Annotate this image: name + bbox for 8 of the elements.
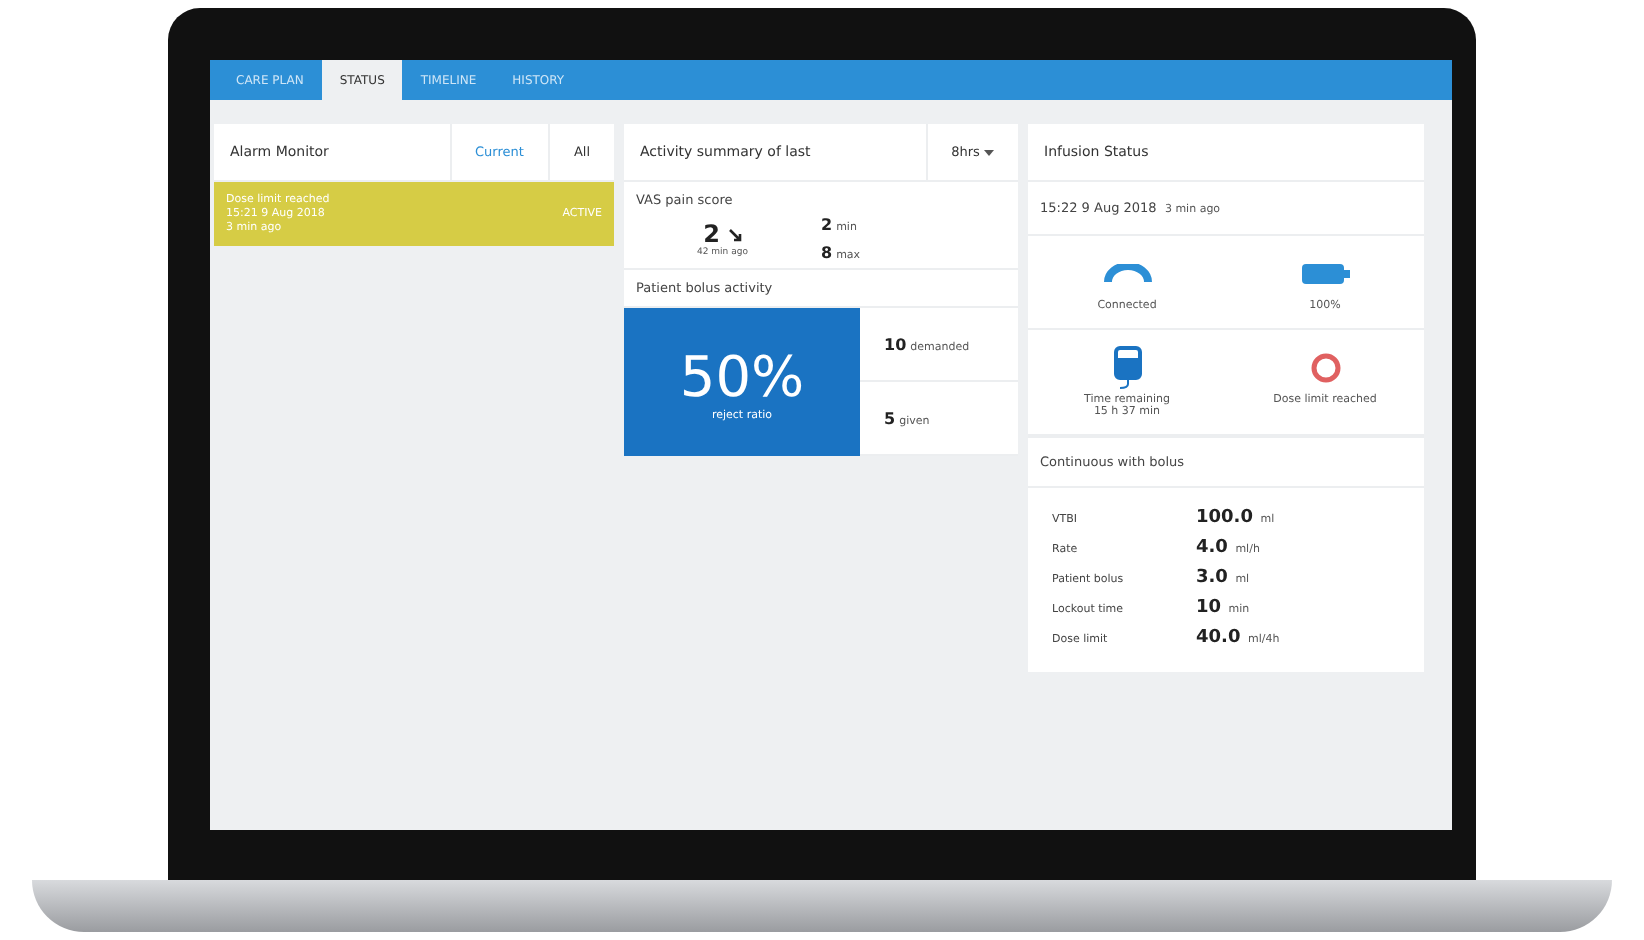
down-arrow-icon [727,227,742,241]
reject-percent: 50% [679,343,805,409]
ring-icon [1309,352,1341,384]
signal-arc-icon [1103,264,1151,284]
pain-score: 2 [703,220,720,248]
caret-icon [984,149,994,155]
battery-icon [1301,264,1349,284]
iv-bag-icon [1111,346,1143,390]
